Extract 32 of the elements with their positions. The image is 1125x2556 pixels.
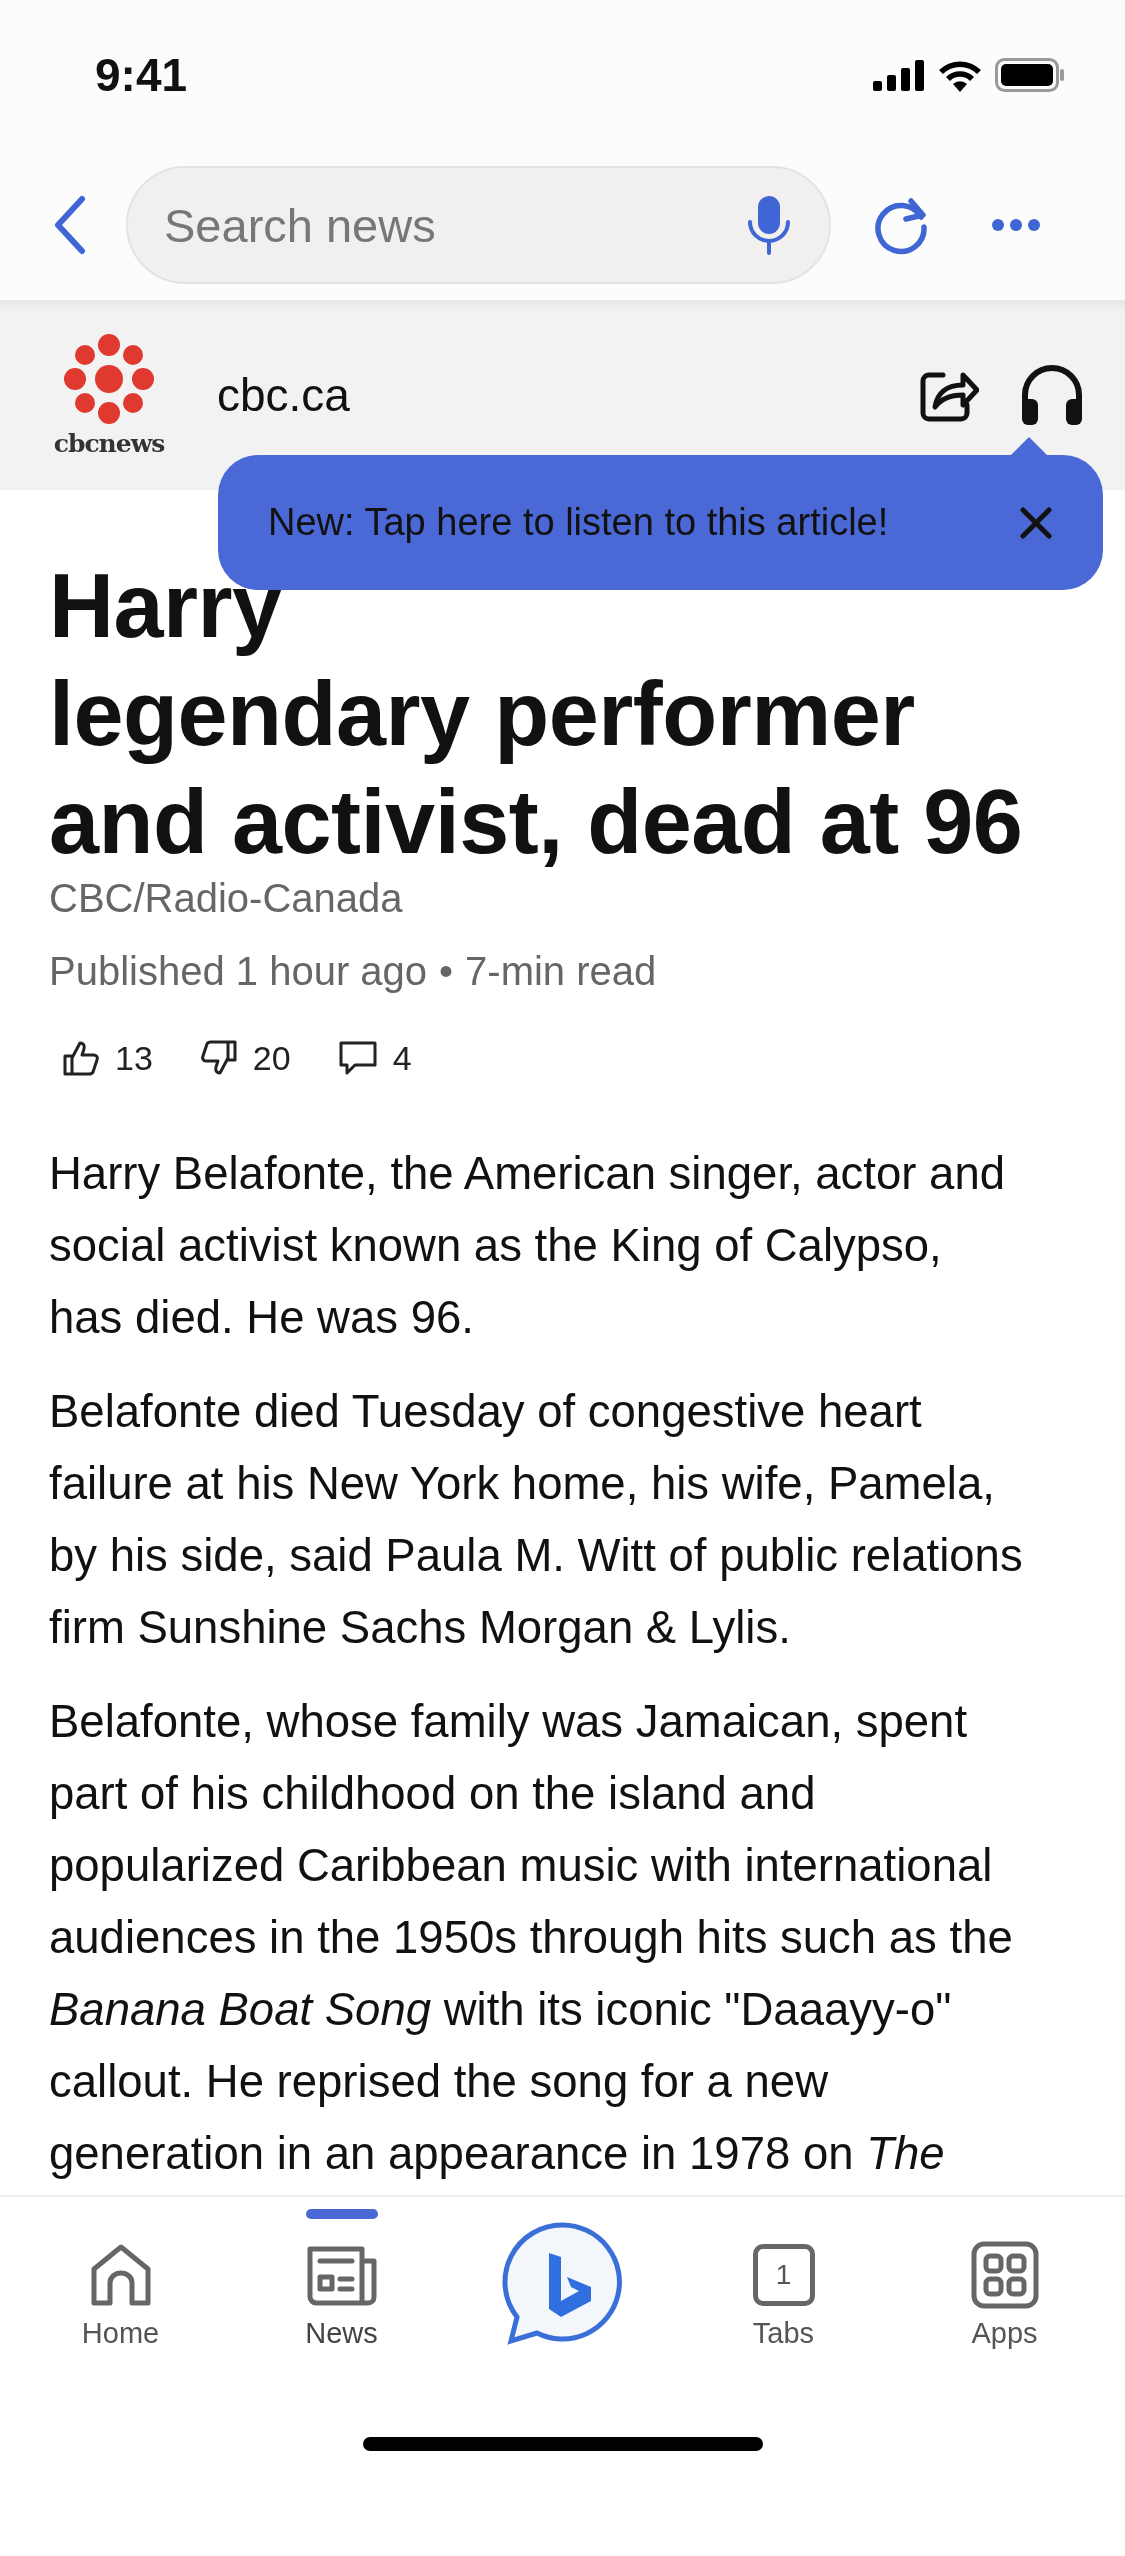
source-domain: cbc.ca: [217, 368, 351, 422]
publisher-name: CBC/Radio-Canada: [49, 876, 404, 921]
article-paragraph: Belafonte, whose family was Jamaican, spent part of his childhood on the island and popularized Caribbean music with international audiences in the 1950s through hits such as the Banana Boat Song with its iconic "Daaayy-o" callout. He reprised the song for a new generation in an appearance in 1978 on The: [49, 1695, 1014, 2181]
status-time: 9:41: [95, 48, 188, 102]
back-button[interactable]: [52, 195, 88, 255]
logo-text: cbcnews: [53, 428, 165, 458]
microphone-icon[interactable]: [747, 194, 791, 256]
wifi-icon: [937, 58, 983, 92]
news-tab[interactable]: News: [246, 2197, 437, 2350]
dislike-count-button[interactable]: 20: [198, 1038, 291, 1078]
separator-dot: •: [439, 949, 454, 994]
signal-icon: [873, 59, 925, 91]
apps-tab[interactable]: Apps: [909, 2197, 1100, 2350]
tabs-count-icon: 1: [752, 2244, 815, 2306]
tabs-tab[interactable]: 1 Tabs: [688, 2197, 879, 2350]
close-button[interactable]: [1019, 505, 1053, 540]
headphones-button[interactable]: [1019, 363, 1085, 427]
comment-count-button[interactable]: 4: [336, 1038, 412, 1078]
copilot-icon: [500, 2221, 625, 2345]
home-tab[interactable]: Home: [25, 2197, 216, 2350]
like-count-button[interactable]: 13: [61, 1038, 153, 1078]
article-paragraph: Belafonte died Tuesday of congestive heart failure at his New York home, his wife, Pamela, by his side, said Paula M. Witt of public relations firm Sunshine Sachs Morgan & Lylis.: [49, 1385, 1024, 1655]
more-button[interactable]: [991, 218, 1041, 232]
read-time: 7-min read: [465, 949, 657, 994]
published-time: Published 1 hour ago: [49, 949, 428, 994]
article-paragraph: Harry Belafonte, the American singer, actor and social activist known as the King of Calypso, has died. He was 96.: [49, 1147, 1006, 1345]
search-field[interactable]: Search news: [126, 166, 831, 284]
apps-grid-icon: [970, 2241, 1039, 2309]
tooltip-text: New: Tap here to listen to this article!: [268, 501, 889, 544]
battery-icon: [995, 58, 1065, 92]
gem-logo-icon: [64, 332, 154, 425]
article-title: Harry legendary performer and activist, dead at 96: [49, 555, 1024, 874]
